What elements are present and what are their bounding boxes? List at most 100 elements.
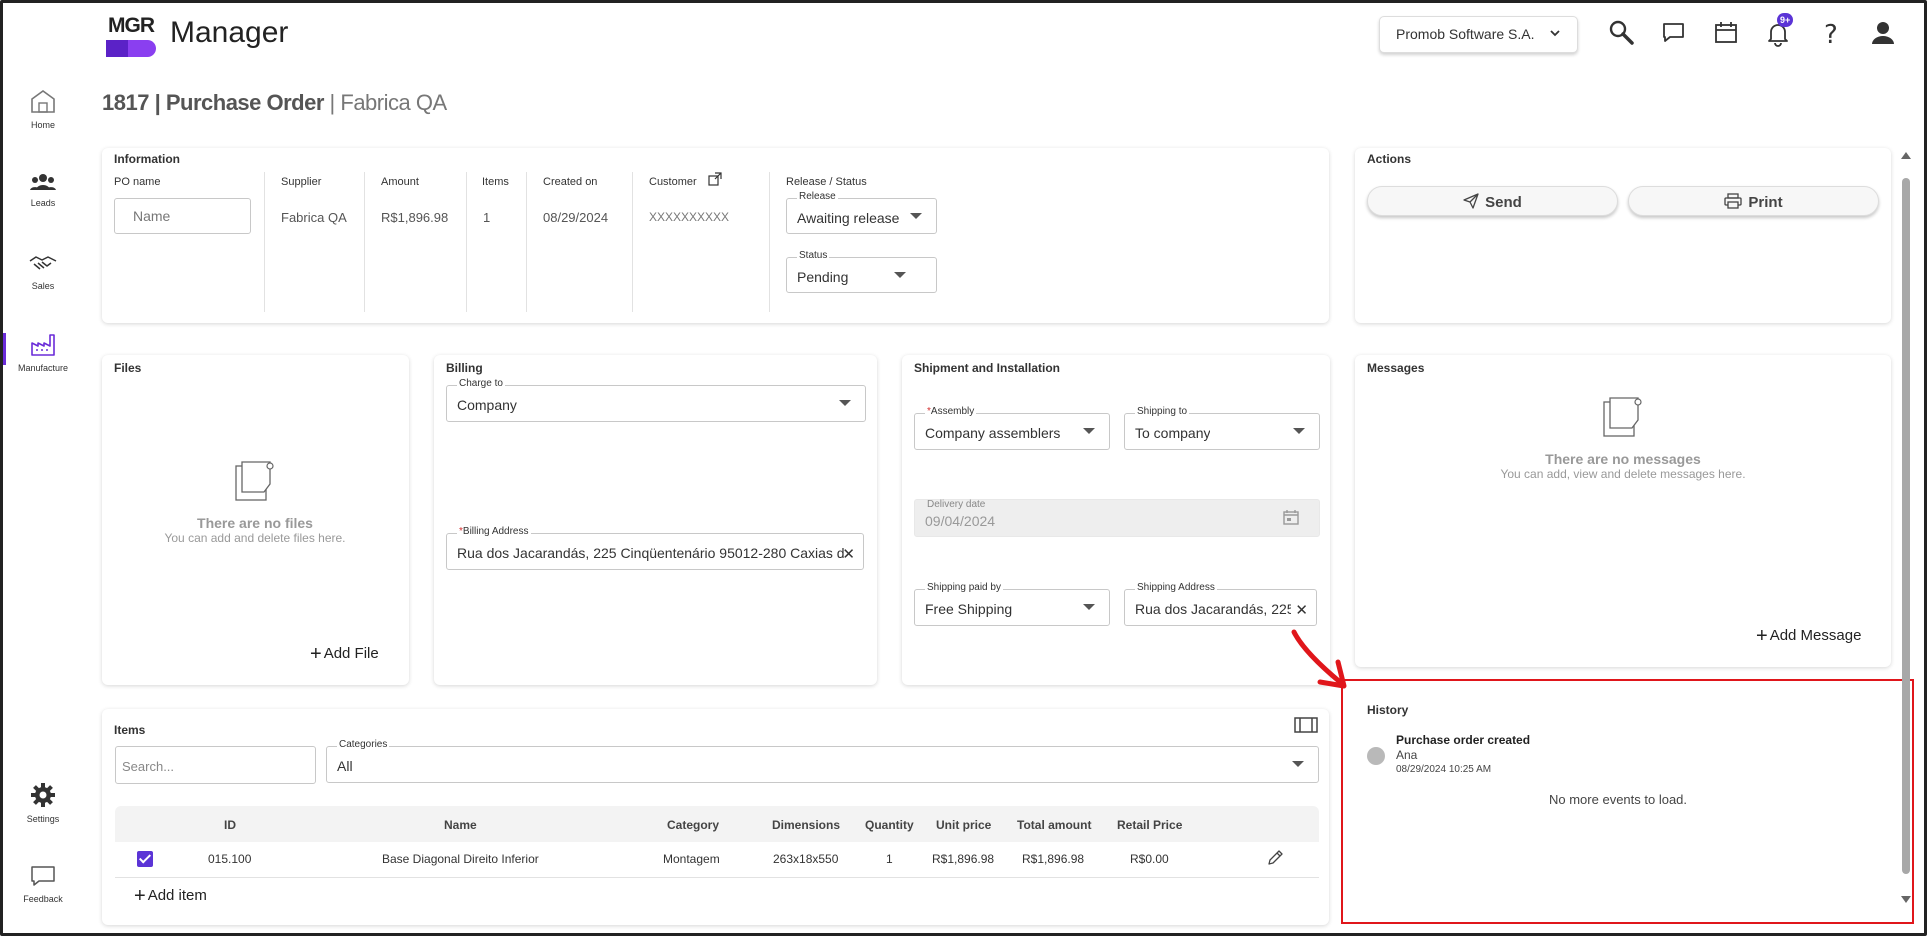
categories-label: Categories — [337, 739, 390, 750]
status-select[interactable]: Status Pending — [786, 250, 937, 293]
sidebar-item-feedback[interactable]: Feedback — [12, 864, 74, 904]
sidebar-item-label: Leads — [30, 198, 56, 208]
calendar-icon[interactable] — [1711, 18, 1741, 48]
title-separator: | — [148, 90, 166, 115]
sidebar-item-leads[interactable]: Leads — [12, 172, 74, 208]
release-select[interactable]: Release Awaiting release — [786, 191, 937, 234]
shipping-address-value: Rua dos Jacarandás, 225 — [1135, 601, 1291, 617]
status-label: Status — [797, 250, 830, 261]
cell-quantity: 1 — [886, 852, 893, 866]
title-separator: | — [323, 90, 341, 115]
empty-document-icon — [235, 461, 274, 501]
sidebar-item-settings[interactable]: Settings — [12, 782, 74, 824]
column-header-retail-price[interactable]: Retail Price — [1117, 818, 1182, 832]
company-selector[interactable]: Promob Software S.A. — [1379, 16, 1578, 53]
information-title: Information — [114, 152, 180, 166]
status-value: Pending — [797, 269, 849, 285]
scroll-down-arrow[interactable] — [1901, 896, 1911, 903]
column-header-name[interactable]: Name — [444, 818, 477, 832]
shipping-address-label: Shipping Address — [1135, 582, 1217, 593]
shipping-paid-by-select[interactable]: Shipping paid by Free Shipping — [914, 582, 1110, 626]
cell-unit-price: R$1,896.98 — [932, 852, 995, 866]
clear-icon[interactable]: ✕ — [842, 545, 855, 563]
add-file-button[interactable]: + Add File — [310, 643, 379, 666]
divider — [466, 172, 467, 312]
chat-icon[interactable] — [1659, 18, 1689, 48]
column-header-unit-price[interactable]: Unit price — [936, 818, 991, 832]
add-message-button[interactable]: + Add Message — [1756, 625, 1861, 648]
search-icon[interactable] — [1607, 18, 1637, 48]
notification-badge: 9+ — [1777, 13, 1794, 27]
shipping-to-value: To company — [1135, 425, 1211, 441]
send-label: Send — [1485, 194, 1522, 211]
sidebar-item-label: Feedback — [23, 894, 63, 904]
delivery-date-value: 09/04/2024 — [925, 513, 996, 529]
release-status-label: Release / Status — [786, 176, 867, 188]
notification-bell-icon[interactable]: 9+ — [1763, 13, 1794, 48]
column-header-quantity[interactable]: Quantity — [865, 818, 914, 832]
po-name-label: PO name — [114, 176, 161, 188]
customer-value: XXXXXXXXXX — [649, 210, 730, 224]
billing-title: Billing — [446, 361, 483, 375]
items-search-placeholder: Search... — [122, 759, 175, 774]
add-item-label: Add item — [147, 887, 207, 904]
column-header-id[interactable]: ID — [224, 818, 236, 832]
columns-layout-icon[interactable] — [1294, 717, 1318, 738]
billing-address-value: Rua dos Jacarandás, 225 Cinqüentenário 9… — [457, 545, 844, 561]
cell-name: Base Diagonal Direito Inferior — [382, 852, 539, 866]
dropdown-caret-icon — [839, 400, 851, 406]
clear-icon[interactable]: ✕ — [1295, 601, 1308, 619]
items-search-input[interactable]: Search... — [115, 746, 316, 784]
divider — [264, 172, 265, 312]
help-icon[interactable]: ? — [1816, 18, 1846, 50]
sidebar-item-sales[interactable]: Sales — [12, 253, 74, 291]
sidebar-item-manufacture[interactable]: Manufacture — [12, 333, 74, 373]
send-button[interactable]: Send — [1367, 186, 1618, 216]
print-button[interactable]: Print — [1628, 186, 1879, 216]
app-logo[interactable]: MGR — [104, 14, 156, 60]
external-link-icon[interactable] — [708, 172, 722, 191]
messages-empty-state: There are no messages You can add, view … — [1473, 396, 1773, 481]
add-item-button[interactable]: + Add item — [134, 885, 207, 908]
row-checkbox[interactable] — [137, 851, 153, 867]
sidebar-item-home[interactable]: Home — [12, 88, 74, 130]
plus-icon: + — [310, 643, 322, 665]
sidebar-item-label: Home — [30, 120, 55, 130]
shipping-address-select[interactable]: Shipping Address Rua dos Jacarandás, 225… — [1124, 582, 1317, 626]
charge-to-select[interactable]: Charge to Company — [446, 378, 866, 422]
items-count-value: 1 — [483, 210, 491, 225]
dropdown-caret-icon — [1292, 761, 1304, 767]
column-header-dimensions[interactable]: Dimensions — [772, 818, 840, 832]
active-indicator — [3, 333, 6, 365]
categories-value: All — [337, 758, 353, 774]
customer-label: Customer — [649, 176, 697, 188]
sidebar-item-label: Sales — [31, 281, 55, 291]
shipping-paid-by-label: Shipping paid by — [925, 582, 1003, 593]
dropdown-caret-icon — [1083, 604, 1095, 610]
scroll-up-arrow[interactable] — [1901, 152, 1911, 159]
po-supplier: Fabrica QA — [340, 90, 447, 115]
svg-text:?: ? — [1824, 20, 1838, 48]
column-header-total-amount[interactable]: Total amount — [1017, 818, 1091, 832]
user-account-icon[interactable] — [1868, 18, 1898, 48]
shipping-to-select[interactable]: Shipping to To company — [1124, 406, 1320, 450]
billing-address-select[interactable]: *Billing Address Rua dos Jacarandás, 225… — [446, 526, 864, 570]
handshake-icon — [29, 256, 57, 270]
po-name-input[interactable]: Name — [114, 198, 251, 234]
divider — [769, 172, 770, 312]
scrollbar-thumb[interactable] — [1902, 178, 1910, 874]
messages-title: Messages — [1367, 361, 1425, 375]
assembly-value: Company assemblers — [925, 425, 1061, 441]
dropdown-caret-icon — [894, 272, 906, 278]
printer-icon — [1724, 193, 1743, 209]
sidebar-item-label: Manufacture — [17, 363, 69, 373]
add-message-label: Add Message — [1769, 627, 1862, 644]
column-header-category[interactable]: Category — [667, 818, 719, 832]
items-count-label: Items — [482, 176, 509, 188]
people-icon — [30, 174, 56, 190]
categories-select[interactable]: Categories All — [326, 739, 1319, 783]
edit-pencil-icon[interactable] — [1266, 849, 1284, 872]
assembly-select[interactable]: *Assembly Company assemblers — [914, 406, 1110, 450]
cell-category: Montagem — [663, 852, 720, 866]
cell-id: 015.100 — [208, 852, 252, 866]
